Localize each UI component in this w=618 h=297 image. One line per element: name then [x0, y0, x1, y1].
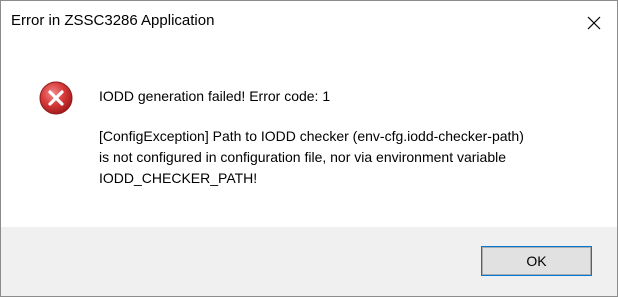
- error-message-line: is not configured in configuration file,…: [99, 149, 507, 165]
- error-message-line: IODD_CHECKER_PATH!: [99, 170, 258, 186]
- error-message-body: [ConfigException] Path to IODD checker (…: [99, 126, 599, 189]
- dialog-content: IODD generation failed! Error code: 1 [C…: [1, 45, 617, 227]
- title-bar: Error in ZSSC3286 Application: [1, 1, 617, 45]
- ok-button[interactable]: OK: [481, 246, 592, 276]
- error-icon: [39, 81, 73, 115]
- error-message-line: [ConfigException] Path to IODD checker (…: [99, 128, 524, 144]
- close-icon: [587, 16, 601, 30]
- error-message-title: IODD generation failed! Error code: 1: [99, 88, 331, 104]
- window-title: Error in ZSSC3286 Application: [11, 12, 215, 29]
- close-button[interactable]: [571, 1, 617, 45]
- button-bar: OK: [1, 227, 617, 296]
- error-dialog: Error in ZSSC3286 Application IODD gener…: [0, 0, 618, 297]
